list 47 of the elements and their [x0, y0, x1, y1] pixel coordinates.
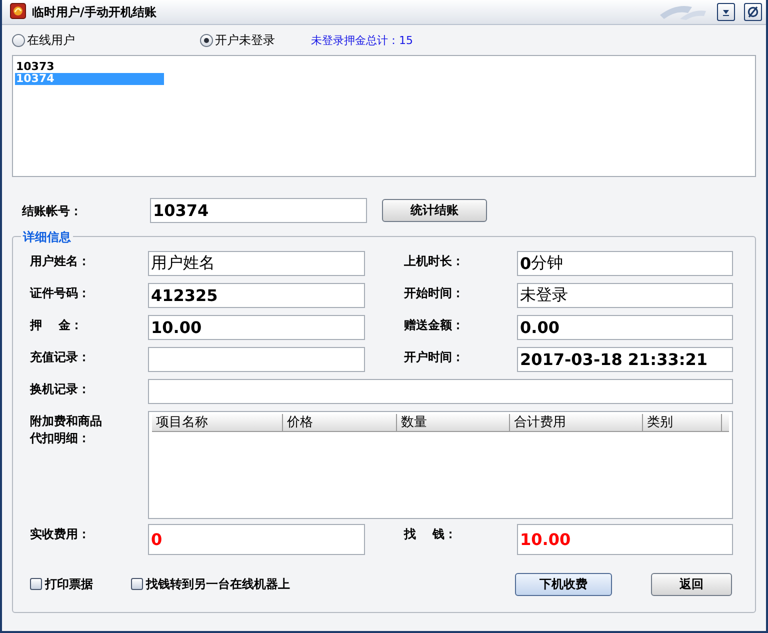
field-label: 开户时间： [404, 349, 465, 366]
back-button[interactable]: 返回 [651, 572, 732, 596]
column-header[interactable]: 项目名称 [152, 414, 283, 431]
text-field[interactable] [148, 347, 365, 372]
field-label: 赠送金额： [404, 317, 465, 334]
radio-button[interactable]: 在线用户 [12, 32, 75, 48]
column-header[interactable]: 类别 [643, 414, 722, 431]
column-header[interactable]: 价格 [283, 414, 397, 431]
text-field[interactable] [148, 379, 733, 404]
text-field[interactable]: 0.00 [517, 315, 733, 340]
radio-button[interactable]: 开户未登录 [200, 32, 275, 48]
field-label: 附加费和商品代扣明细： [30, 413, 103, 447]
text-field[interactable]: 10.00 [148, 315, 365, 340]
column-header[interactable]: 数量 [397, 414, 510, 431]
field-label: 换机记录： [30, 381, 91, 398]
close-button[interactable] [744, 3, 762, 21]
field-label: 找 钱： [404, 526, 458, 543]
text-field[interactable]: 2017-03-18 21:33:21 [517, 347, 733, 372]
text-field[interactable]: 0分钟 [517, 251, 733, 276]
amount-field[interactable]: 10.00 [517, 524, 733, 555]
field-label: 开始时间： [404, 285, 465, 302]
window-title: 临时用户/手动开机结账 [32, 4, 158, 20]
field-label: 用户姓名： [30, 253, 91, 270]
deposit-total: 未登录押金总计：15 [311, 32, 413, 48]
caret-icon [721, 7, 731, 17]
checkbox[interactable]: 打印票据 [30, 576, 93, 592]
app-icon [10, 2, 26, 18]
checkbox[interactable]: 找钱转到另一台在线机器上 [131, 576, 290, 592]
close-icon [747, 6, 759, 18]
field-label: 充值记录： [30, 349, 91, 366]
field-label: 押 金： [30, 317, 84, 334]
decoration-drawing [660, 6, 706, 20]
field-label: 结账帐号： [22, 202, 83, 220]
text-field[interactable]: 未登录 [517, 283, 733, 308]
account-field[interactable]: 10374 [150, 198, 367, 222]
field-label: 上机时长： [404, 253, 465, 270]
checkout-button[interactable]: 下机收费 [515, 572, 612, 596]
amount-field[interactable]: 0 [148, 524, 365, 555]
column-header[interactable]: 合计费用 [510, 414, 643, 431]
minimize-button[interactable] [717, 3, 735, 21]
settle-button[interactable]: 统计结账 [382, 198, 487, 222]
text-field[interactable]: 用户姓名 [148, 251, 365, 276]
group-title: 详细信息 [21, 229, 73, 246]
text-field[interactable]: 412325 [148, 283, 365, 308]
field-label: 实收费用： [30, 526, 91, 543]
list-item[interactable]: 10373 [15, 61, 164, 73]
field-label: 证件号码： [30, 285, 91, 302]
